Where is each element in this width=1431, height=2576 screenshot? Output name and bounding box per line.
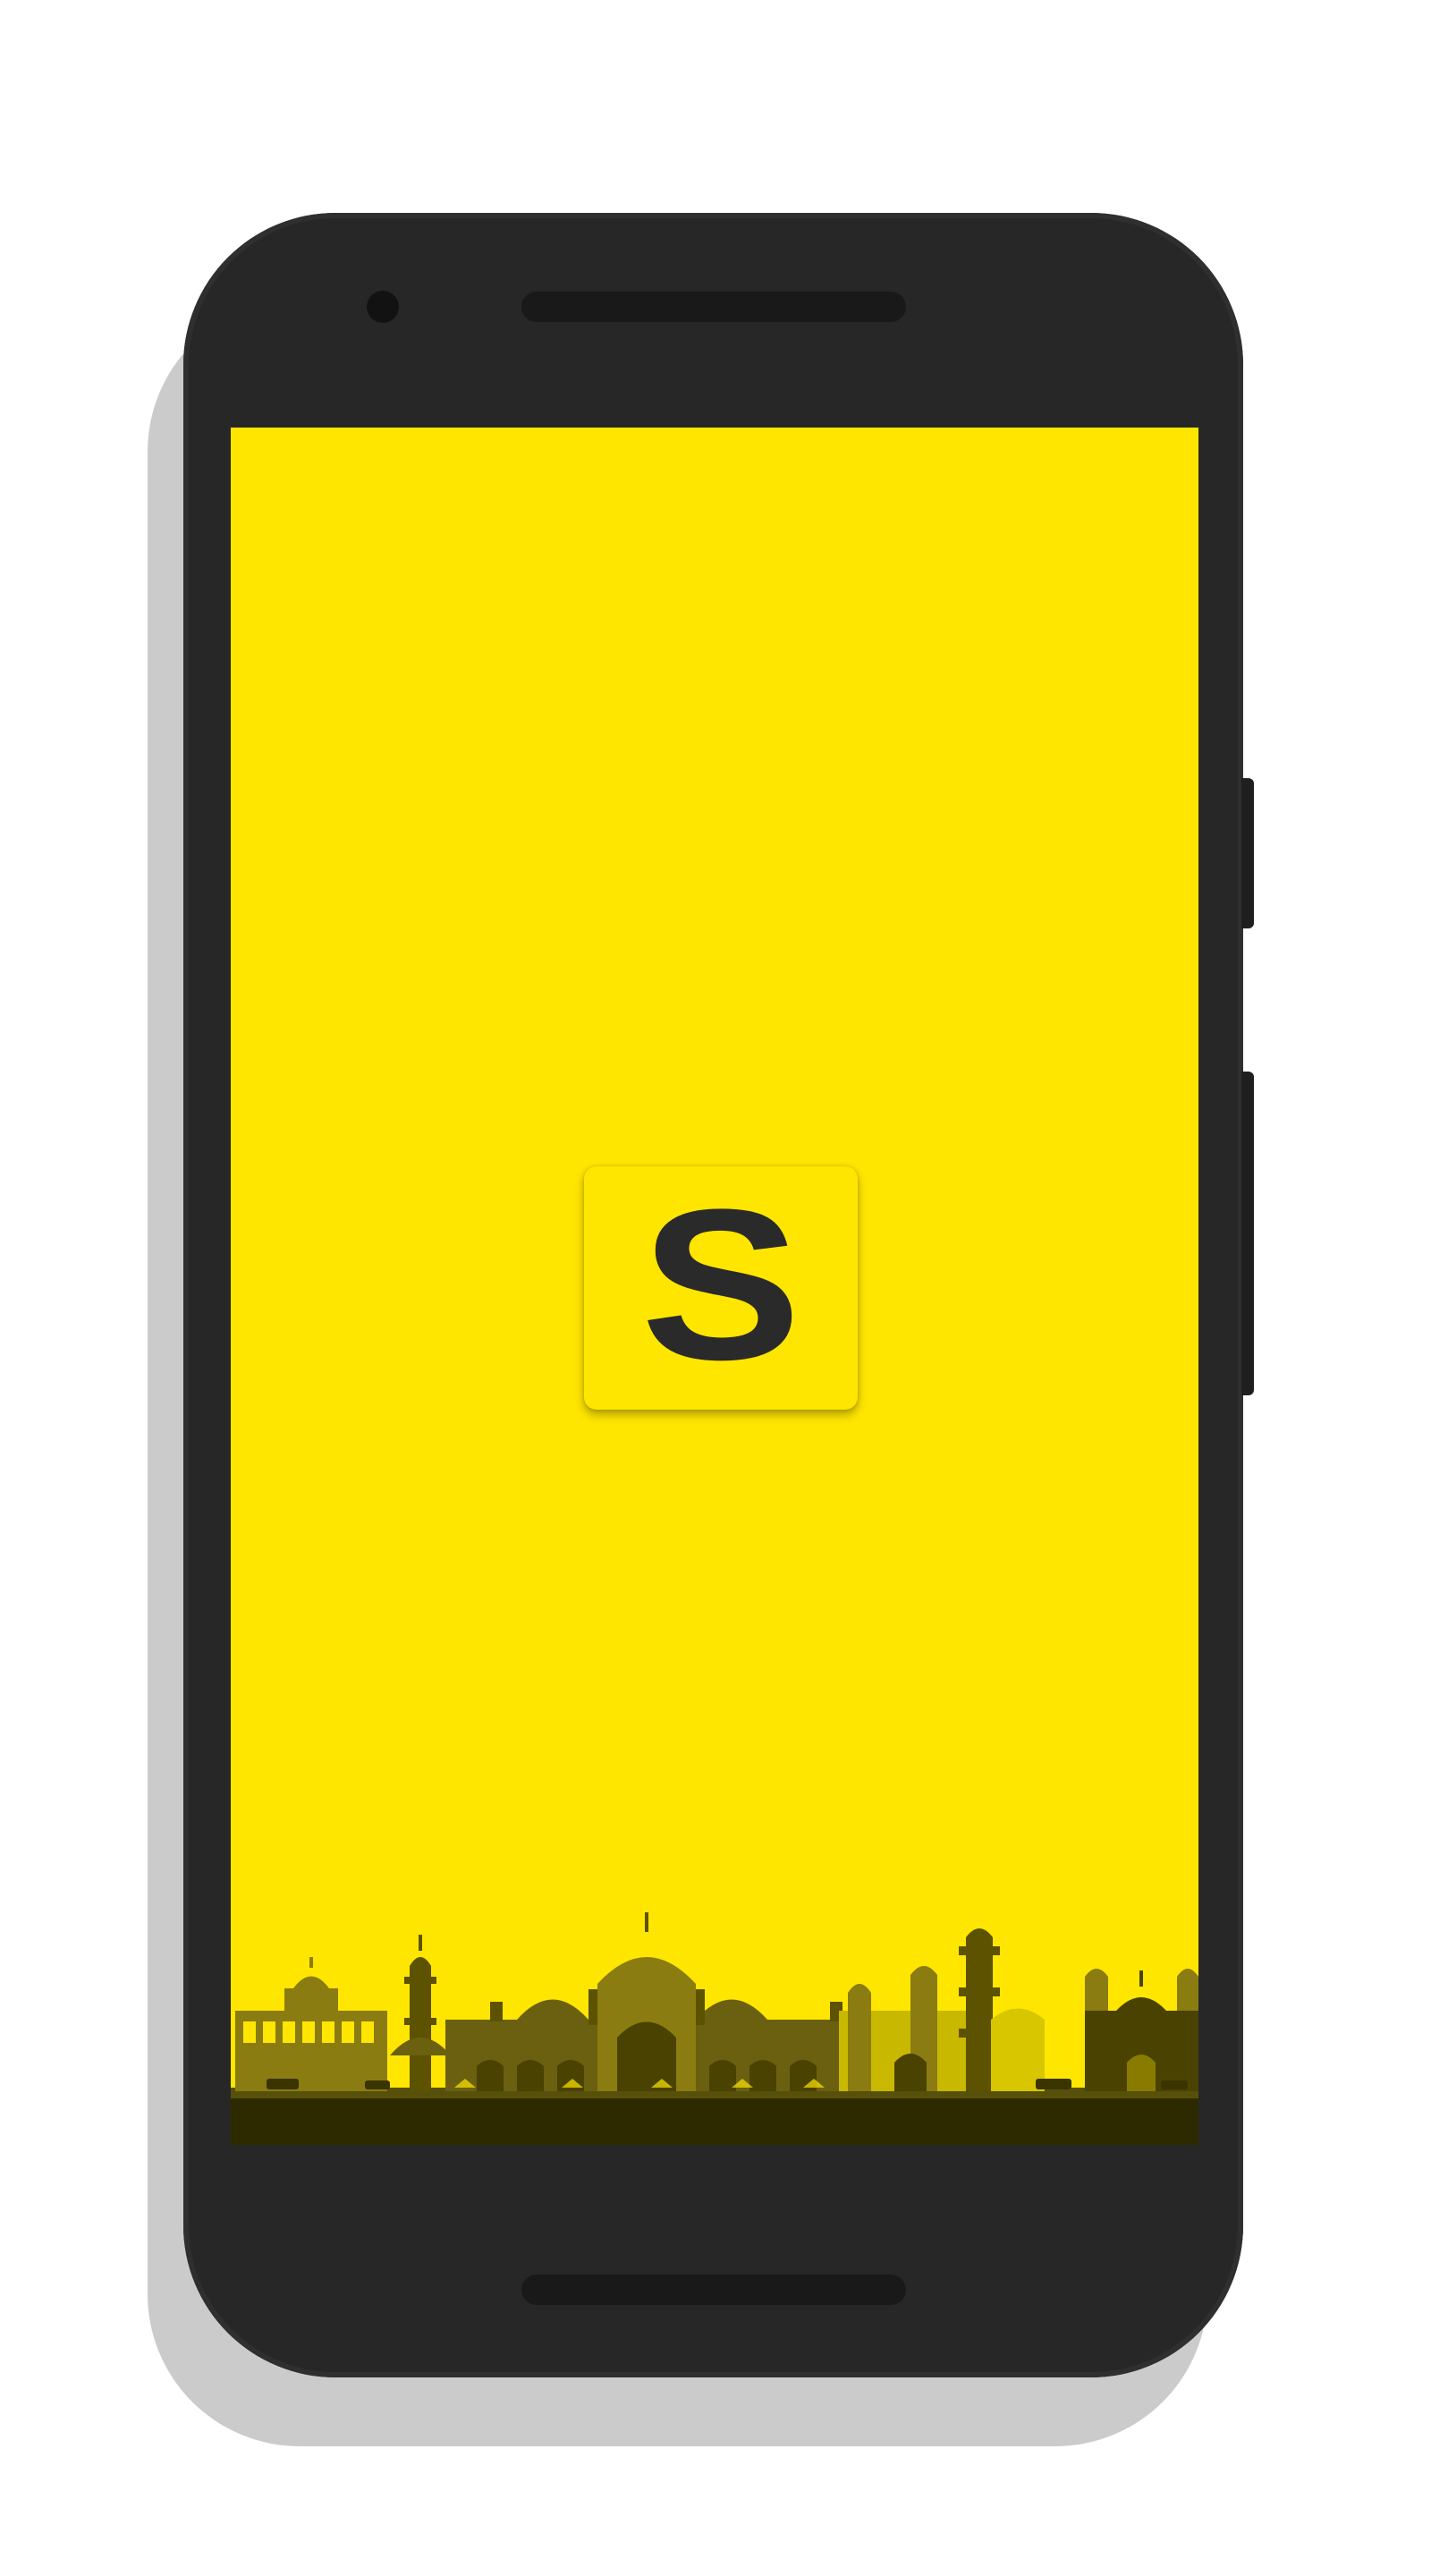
bottom-speaker xyxy=(521,2275,906,2305)
splash-screen: S xyxy=(231,428,1198,2145)
logo-letter: S xyxy=(640,1165,801,1404)
device-mockup: S xyxy=(0,0,1431,2576)
app-logo: S xyxy=(584,1166,858,1410)
power-button[interactable] xyxy=(1241,778,1254,928)
earpiece-speaker xyxy=(521,292,906,322)
city-skyline-illustration xyxy=(231,1912,1198,2145)
volume-button[interactable] xyxy=(1241,1072,1254,1395)
front-camera xyxy=(367,291,399,323)
